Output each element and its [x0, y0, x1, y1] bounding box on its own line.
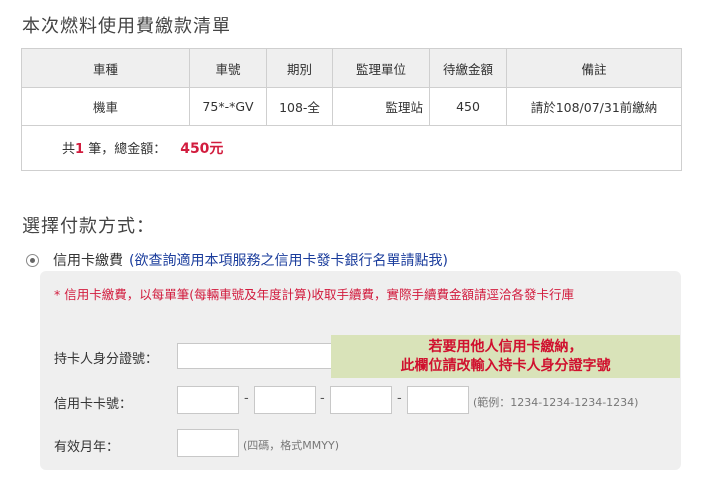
card-number-dash-2: - — [320, 391, 325, 406]
card-number-part-4-input[interactable] — [407, 386, 469, 414]
bill-table: 車種 車號 期別 監理單位 待繳金額 備註 機車 75*-*GV 108-全 監… — [21, 48, 682, 171]
cell-remarks: 請於108/07/31前繳納 — [506, 87, 682, 126]
tooltip-line-1: 若要用他人信用卡繳納， — [428, 339, 583, 355]
card-number-part-1-input[interactable] — [177, 386, 239, 414]
bank-list-link[interactable]: (欲查詢適用本項服務之信用卡發卡銀行名單請點我) — [129, 250, 448, 270]
expiry-input[interactable] — [177, 429, 239, 457]
table-row: 機車 75*-*GV 108-全 監理站 450 請於108/07/31前繳納 — [21, 87, 682, 126]
cardholder-id-label: 持卡人身分證號： — [54, 352, 159, 367]
credit-card-radio[interactable] — [26, 253, 39, 267]
card-number-part-3-input[interactable] — [330, 386, 392, 414]
cell-amount-due: 450 — [429, 87, 507, 126]
column-header-office: 監理單位 — [332, 48, 430, 88]
card-number-hint: (範例：1234-1234-1234-1234) — [473, 396, 639, 409]
expiry-label: 有效月年： — [54, 440, 120, 455]
cardholder-id-tooltip: 若要用他人信用卡繳納， 此欄位請改輸入持卡人身分證字號 — [331, 335, 680, 378]
total-prefix: 共 — [62, 142, 76, 157]
credit-card-option[interactable]: 信用卡繳費 (欲查詢適用本項服務之信用卡發卡銀行名單請點我) — [26, 250, 448, 270]
column-header-remarks: 備註 — [506, 48, 682, 88]
column-header-vehicle-type: 車種 — [21, 48, 190, 88]
credit-card-option-label: 信用卡繳費 — [53, 253, 123, 269]
bill-title: 本次燃料使用費繳款清單 — [22, 16, 231, 37]
expiry-hint: (四碼，格式MMYY) — [243, 439, 340, 452]
cell-period: 108-全 — [266, 87, 333, 126]
total-count: 1 — [75, 142, 85, 157]
card-number-label: 信用卡卡號： — [54, 397, 133, 412]
column-header-period: 期別 — [266, 48, 333, 88]
fee-notice: * 信用卡繳費，以每單筆(每輛車號及年度計算)收取手續費，實際手續費金額請逕洽各… — [54, 287, 574, 302]
cardholder-id-input[interactable] — [177, 343, 337, 369]
card-number-dash-1: - — [244, 391, 249, 406]
card-number-part-2-input[interactable] — [254, 386, 316, 414]
column-header-plate: 車號 — [189, 48, 267, 88]
total-suffix: 筆，總金額： — [84, 142, 167, 157]
cell-vehicle-type: 機車 — [21, 87, 190, 126]
payment-method-title: 選擇付款方式： — [22, 216, 155, 237]
cell-plate: 75*-*GV — [189, 87, 267, 126]
cell-office: 監理站 — [332, 87, 430, 126]
total-row: 共1 筆，總金額： 450元 — [21, 125, 682, 171]
radio-selected-dot — [30, 257, 35, 263]
tooltip-line-2: 此欄位請改輸入持卡人身分證字號 — [400, 358, 611, 374]
total-amount: 450元 — [180, 141, 224, 157]
column-header-amount-due: 待繳金額 — [429, 48, 507, 88]
table-header-row: 車種 車號 期別 監理單位 待繳金額 備註 — [21, 48, 682, 88]
total-cell: 共1 筆，總金額： 450元 — [21, 125, 682, 171]
card-number-dash-3: - — [397, 391, 402, 406]
